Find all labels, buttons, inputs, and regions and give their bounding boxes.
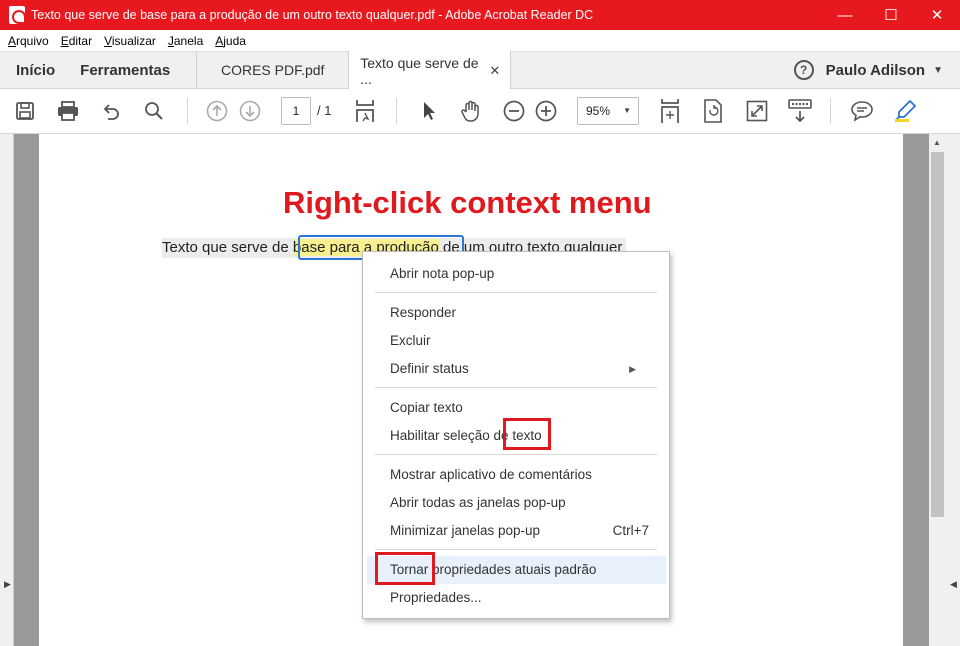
- page-total: / 1: [317, 103, 332, 118]
- fit-page-icon[interactable]: [352, 99, 378, 123]
- menu-item-set-status[interactable]: Definir status ▶: [363, 355, 669, 383]
- menu-divider: [375, 292, 657, 293]
- vertical-scrollbar[interactable]: ▲: [929, 134, 946, 646]
- comment-icon[interactable]: [849, 99, 875, 123]
- tab-home[interactable]: Início: [0, 52, 67, 88]
- menu-janela[interactable]: Janela: [162, 34, 209, 48]
- print-icon[interactable]: [55, 99, 81, 123]
- user-name[interactable]: Paulo Adilson: [826, 62, 925, 79]
- read-mode-icon[interactable]: [787, 99, 813, 123]
- undo-icon[interactable]: [98, 99, 124, 123]
- close-button[interactable]: ✕: [914, 0, 960, 30]
- menu-item-show-comments-app[interactable]: Mostrar aplicativo de comentários: [363, 461, 669, 489]
- zoom-select[interactable]: 95% ▼: [577, 97, 639, 125]
- toolbar-divider: [396, 98, 397, 124]
- page-up-icon[interactable]: [204, 99, 230, 123]
- chevron-down-icon: ▼: [623, 106, 631, 115]
- menu-item-properties[interactable]: Propriedades...: [363, 584, 669, 612]
- select-tool-icon[interactable]: [416, 99, 442, 123]
- minimize-button[interactable]: —: [822, 0, 868, 30]
- callout-box-tornar: [375, 552, 435, 585]
- menu-divider: [375, 387, 657, 388]
- zoom-out-icon[interactable]: [501, 99, 527, 123]
- expand-right-icon: ◀: [950, 579, 957, 589]
- toolbar-divider: [830, 98, 831, 124]
- menu-item-delete[interactable]: Excluir: [363, 327, 669, 355]
- tab-document-label: Texto que serve de ...: [360, 54, 479, 87]
- menu-divider: [375, 549, 657, 550]
- menu-arquivo[interactable]: Arquivo: [2, 34, 55, 48]
- submenu-arrow-icon: ▶: [629, 364, 636, 374]
- chevron-down-icon[interactable]: ▼: [933, 65, 943, 76]
- zoom-value: 95%: [586, 104, 611, 118]
- acrobat-icon: [9, 6, 26, 24]
- tab-document-active[interactable]: Texto que serve de ... ✕: [349, 51, 512, 90]
- menu-visualizar[interactable]: Visualizar: [98, 34, 162, 48]
- menu-bar: Arquivo Editar Visualizar Janela Ajuda: [0, 30, 960, 51]
- close-tab-icon[interactable]: ✕: [489, 63, 500, 79]
- maximize-button[interactable]: ☐: [868, 0, 914, 30]
- menu-item-open-note[interactable]: Abrir nota pop-up: [363, 260, 669, 288]
- menu-item-reply[interactable]: Responder: [363, 299, 669, 327]
- tab-bar: Início Ferramentas CORES PDF.pdf Texto q…: [0, 51, 960, 90]
- page-number-input[interactable]: 1: [281, 97, 311, 125]
- menu-ajuda[interactable]: Ajuda: [209, 34, 252, 48]
- menu-editar[interactable]: Editar: [55, 34, 98, 48]
- page-down-icon[interactable]: [237, 99, 263, 123]
- window-title: Texto que serve de base para a produção …: [31, 8, 594, 22]
- menu-item-minimize-popups[interactable]: Minimizar janelas pop-up Ctrl+7: [363, 517, 669, 545]
- menu-item-open-all-popups[interactable]: Abrir todas as janelas pop-up: [363, 489, 669, 517]
- callout-box-texto: [503, 418, 551, 450]
- tab-tools[interactable]: Ferramentas: [67, 52, 196, 88]
- save-icon[interactable]: [12, 99, 38, 123]
- expand-left-icon: ▶: [4, 579, 11, 589]
- title-bar: Texto que serve de base para a produção …: [0, 0, 960, 30]
- shortcut-label: Ctrl+7: [612, 523, 649, 538]
- scroll-mode-icon[interactable]: [657, 99, 683, 123]
- zoom-in-icon[interactable]: [533, 99, 559, 123]
- scroll-up-icon[interactable]: ▲: [933, 138, 941, 147]
- highlight-pen-icon[interactable]: [892, 99, 918, 123]
- scrollbar-thumb[interactable]: [931, 152, 944, 517]
- rotate-icon[interactable]: [700, 99, 726, 123]
- hand-tool-icon[interactable]: [458, 99, 484, 123]
- annotation-title: Right-click context menu: [283, 185, 652, 220]
- fullscreen-icon[interactable]: [744, 99, 770, 123]
- help-icon[interactable]: ?: [793, 60, 814, 80]
- toolbar-divider: [187, 98, 188, 124]
- toolbar: [0, 89, 960, 134]
- menu-divider: [375, 454, 657, 455]
- right-panel-toggle[interactable]: ◀: [946, 134, 960, 646]
- account-area: ? Paulo Adilson ▼: [793, 52, 960, 88]
- tab-document-cores[interactable]: CORES PDF.pdf: [197, 51, 350, 89]
- left-panel-toggle[interactable]: ▶: [0, 134, 14, 646]
- search-icon[interactable]: [141, 99, 167, 123]
